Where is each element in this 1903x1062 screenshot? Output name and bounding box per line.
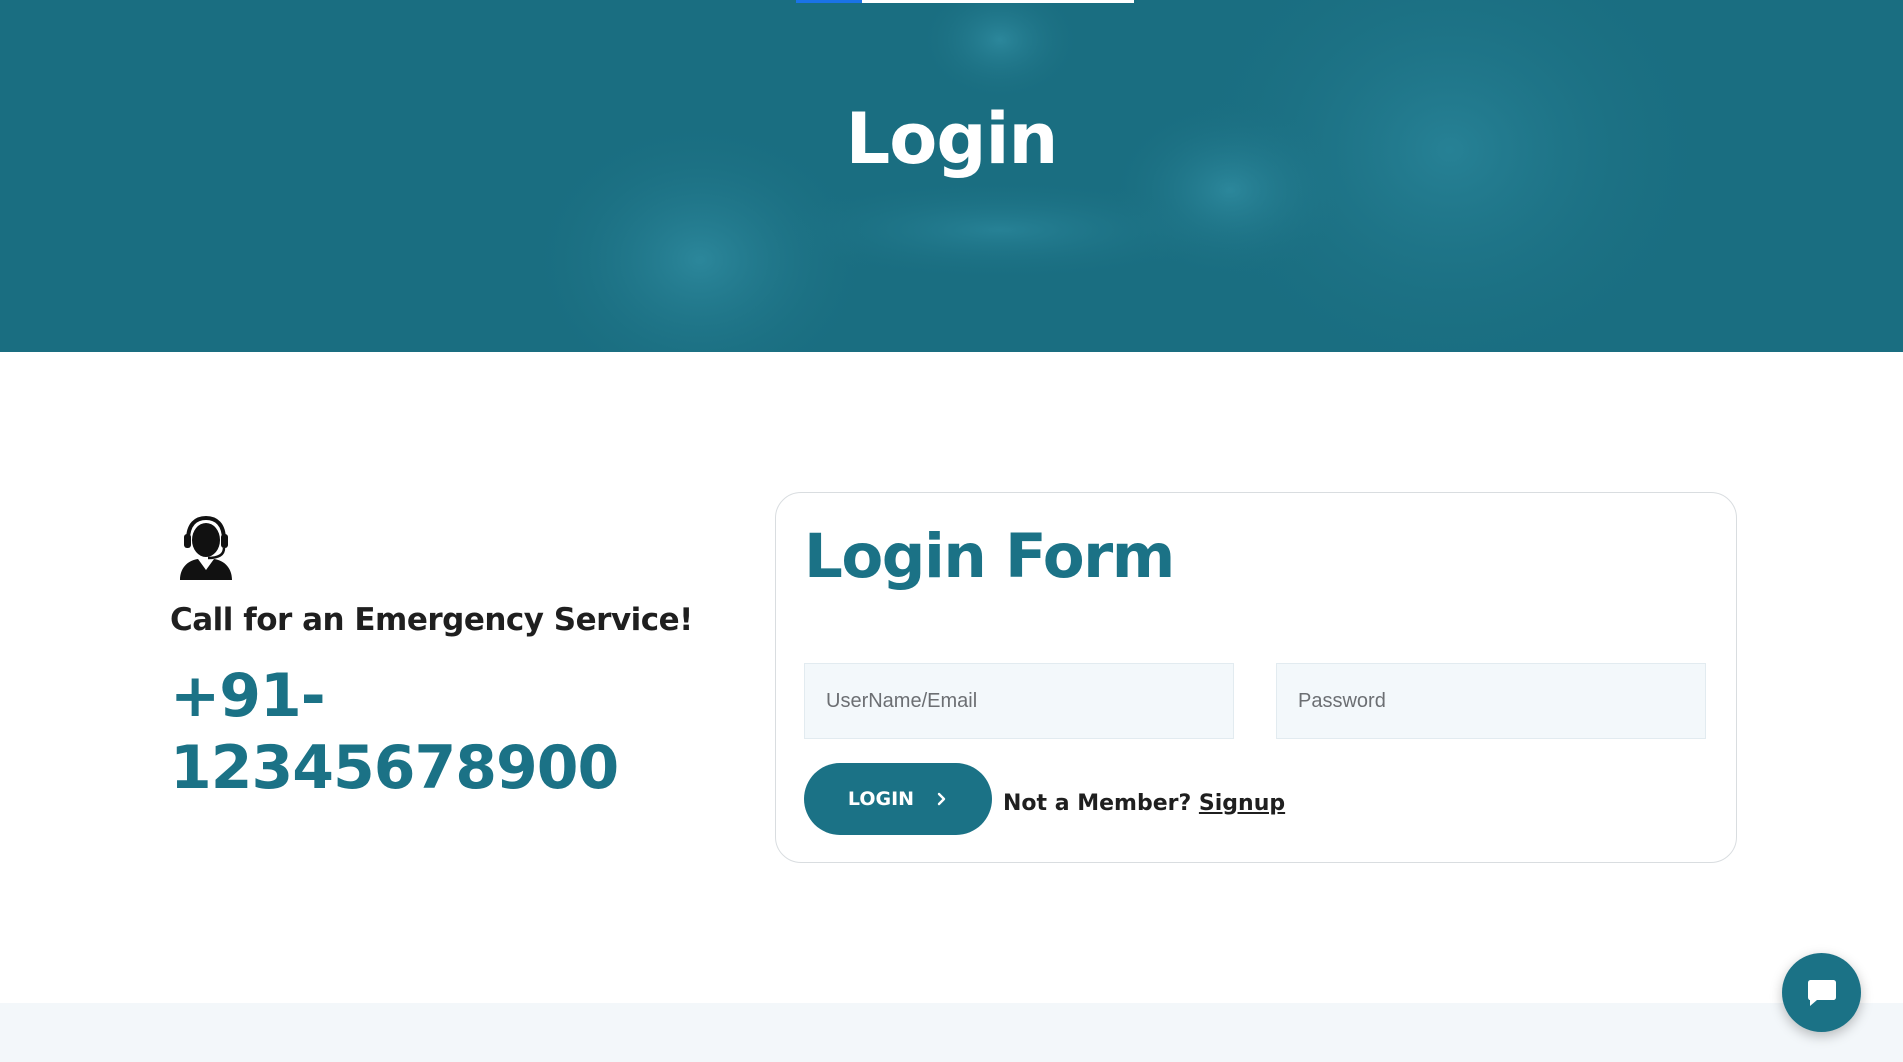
top-tab-indicator — [796, 0, 1134, 3]
support-agent-icon — [180, 515, 232, 580]
emergency-contact: Call for an Emergency Service! +91-12345… — [170, 514, 693, 804]
login-form-title: Login Form — [804, 521, 1175, 592]
page-title: Login — [845, 98, 1059, 180]
emergency-service-label: Call for an Emergency Service! — [170, 602, 693, 638]
member-prompt-text: Not a Member? — [1003, 791, 1192, 816]
chat-bubble-icon — [1807, 979, 1836, 1006]
login-button-label: LOGIN — [847, 788, 915, 810]
signup-link[interactable]: Signup — [1199, 791, 1285, 816]
hero-banner: Login — [0, 0, 1903, 352]
username-email-input[interactable] — [804, 663, 1234, 739]
chevron-right-icon — [937, 792, 946, 806]
chat-button[interactable] — [1782, 953, 1861, 1032]
login-form-card: Login Form LOGIN Not a Member? Signup — [775, 492, 1737, 863]
footer-strip — [0, 1003, 1903, 1062]
emergency-phone-number[interactable]: +91-12345678900 — [170, 660, 670, 804]
login-button[interactable]: LOGIN — [804, 763, 992, 835]
password-input[interactable] — [1276, 663, 1706, 739]
signup-prompt: Not a Member? Signup — [1003, 791, 1285, 816]
